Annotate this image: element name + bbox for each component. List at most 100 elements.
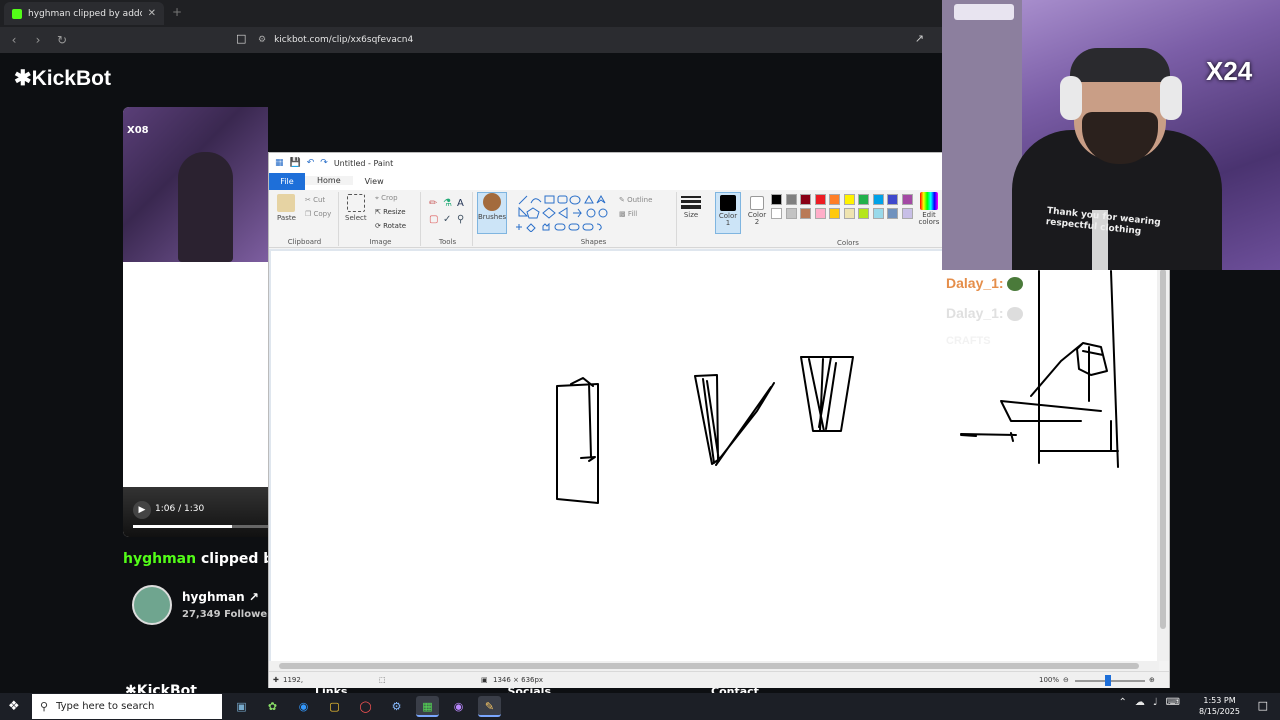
steam-icon[interactable]: ⚙ [385,696,408,717]
color-swatch[interactable] [800,208,811,219]
chevron-up-icon[interactable]: ⌃ [1118,697,1126,708]
size-line [681,196,701,198]
color-swatch[interactable] [814,194,826,205]
tab-view[interactable]: View [353,177,396,186]
play-icon[interactable]: ▶ [133,501,151,519]
save-icon[interactable]: 💾 [290,158,301,168]
copy-button[interactable]: ❐ Copy [305,210,331,218]
color2-button[interactable]: Color 2 [745,192,769,226]
tab-file[interactable]: File [269,173,305,190]
discord-icon[interactable]: ◉ [447,696,470,717]
size-line [681,200,701,203]
size-button[interactable]: Size [679,194,703,219]
zoom-slider-thumb[interactable] [1105,675,1111,686]
new-tab-icon[interactable]: + [172,5,182,19]
fill-bucket-icon[interactable]: ⚗ [443,198,452,209]
color-swatch[interactable] [887,194,898,205]
chat-username: Dalay_1: [946,275,1004,291]
browser-toolbar: ‹ › ↻ □ ⚙ kickbot.com/clip/xx6sqfevacn4 … [0,27,942,53]
redo-icon[interactable]: ↷ [320,158,328,168]
magnifier-icon[interactable]: ⚲ [457,214,464,225]
color1-button[interactable]: Color 1 [715,192,741,234]
browser-tab[interactable]: hyghman clipped by addon295 ✕ [4,2,164,25]
task-view-icon[interactable]: ▣ [230,696,253,717]
color-swatch[interactable] [829,208,840,219]
zoom-in-icon[interactable]: ⊕ [1149,676,1155,684]
select-button[interactable]: Select [345,194,367,222]
color-swatch[interactable] [872,194,884,205]
color-swatch[interactable] [843,194,855,205]
file-explorer-icon[interactable]: ▢ [323,696,346,717]
color-picker-icon[interactable]: ✓ [443,214,451,225]
headphone-icon [1160,76,1182,120]
outline-dropdown[interactable]: ✎ Outline [619,196,652,204]
opera-icon[interactable]: ◯ [354,696,377,717]
tab-title: hyghman clipped by addon295 [28,8,142,19]
clip-player[interactable]: X08 ▶ 1:06 / 1:30 [123,107,268,537]
edit-colors-button[interactable]: Edit colors [917,192,941,226]
tab-close-icon[interactable]: ✕ [148,8,156,19]
color-swatch[interactable] [858,194,869,205]
color-swatch[interactable] [872,208,884,219]
progress-fill [133,525,232,528]
share-icon[interactable]: ↗ [915,32,924,45]
pencil-icon[interactable]: ✏ [429,198,437,209]
scroll-thumb[interactable] [279,663,1139,669]
streamer-name[interactable]: hyghman ↗ [182,590,259,604]
paint-app-icon[interactable]: ✎ [478,696,501,717]
vertical-scrollbar[interactable] [1157,249,1169,661]
clip-author[interactable]: hyghman [123,551,196,567]
fill-dropdown[interactable]: ▩ Fill [619,210,637,218]
external-link-icon[interactable]: ↗ [249,590,259,604]
color-swatch[interactable] [887,208,898,219]
brushes-button[interactable]: Brushes [477,192,507,234]
cut-button[interactable]: ✂ Cut [305,196,325,204]
color-swatch[interactable] [843,208,855,219]
taskbar-clock[interactable]: 1:53 PM 8/15/2025 [1199,695,1240,717]
color-swatch[interactable] [785,194,797,205]
zoom-out-icon[interactable]: ⊖ [1063,676,1069,684]
notification-icon[interactable]: □ [1258,699,1268,712]
sketch-stroke [694,374,775,466]
tab-home[interactable]: Home [305,176,353,187]
color-swatch[interactable] [785,208,797,219]
windows-start-icon[interactable]: ❖ [8,699,20,714]
edge-icon[interactable]: ◉ [292,696,315,717]
color-swatch[interactable] [800,194,811,205]
keyboard-icon[interactable]: ⌨ [1166,697,1180,708]
reload-icon[interactable]: ↻ [52,33,72,47]
forward-icon[interactable]: › [28,33,48,47]
taskbar-search[interactable]: ⚲ Type here to search [32,694,222,719]
bookmark-icon[interactable]: □ [236,32,246,45]
kickbot-logo[interactable]: ✱KickBot [14,66,111,91]
color-swatch[interactable] [901,194,913,205]
paste-button[interactable]: Paste [277,194,296,222]
site-info-icon[interactable]: ⚙ [258,35,266,45]
eraser-icon[interactable]: ▢ [429,214,438,225]
scroll-thumb[interactable] [1160,269,1166,629]
crop-label: Crop [381,194,398,202]
horizontal-scrollbar[interactable] [269,661,1159,671]
color-swatch[interactable] [771,194,782,205]
volume-icon[interactable]: ♩ [1153,697,1158,708]
back-icon[interactable]: ‹ [4,33,24,47]
color-swatch[interactable] [901,208,913,219]
color-swatch[interactable] [858,208,869,219]
network-icon[interactable]: ☁ [1135,697,1145,708]
color-swatch[interactable] [771,208,782,219]
undo-icon[interactable]: ↶ [307,158,315,168]
shapes-gallery[interactable] [515,194,615,232]
text-icon[interactable]: A [457,198,464,209]
player-time: 1:06 / 1:30 [155,504,205,514]
kick-app-icon[interactable]: ▦ [416,696,439,717]
copilot-icon[interactable]: ✿ [261,696,284,717]
rotate-button[interactable]: ⟳ Rotate [375,222,406,230]
color-swatch[interactable] [814,208,826,219]
player-progress[interactable] [133,525,268,528]
player-video-frame: X08 [123,107,268,262]
crop-button[interactable]: ⌖ Crop [375,194,398,203]
resize-button[interactable]: ⇱ Resize [375,208,406,216]
streamer-avatar[interactable] [132,585,172,625]
address-bar[interactable]: ⚙ kickbot.com/clip/xx6sqfevacn4 [258,31,930,49]
color-swatch[interactable] [829,194,840,205]
